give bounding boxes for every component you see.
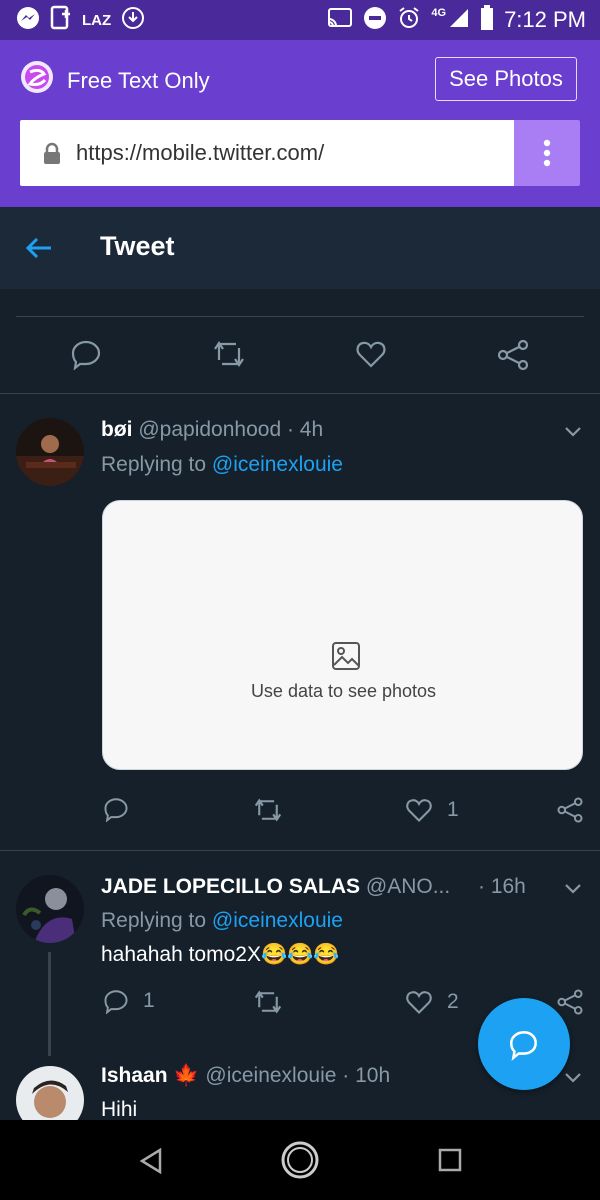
app-title: Free Text Only <box>67 68 210 93</box>
tweet-time: · 16h <box>478 875 526 898</box>
author-name[interactable]: JADE LOPECILLO SALAS <box>101 875 360 898</box>
url-field[interactable]: https://mobile.twitter.com/ <box>20 120 514 186</box>
more-vertical-icon <box>543 139 551 167</box>
replying-to-link[interactable]: @iceinexlouie <box>212 909 343 932</box>
tweet-text: hahahah tomo2X😂😂😂 <box>101 943 340 966</box>
divider <box>0 850 600 851</box>
chevron-down-icon[interactable] <box>562 420 584 447</box>
divider <box>16 316 584 317</box>
home-nav-icon[interactable] <box>280 1140 320 1185</box>
like-icon <box>406 991 432 1014</box>
see-photos-button[interactable]: See Photos <box>435 57 577 101</box>
replying-to: Replying to @iceinexlouie <box>101 453 343 477</box>
replying-prefix: Replying to <box>101 909 212 932</box>
download-icon <box>121 6 145 35</box>
tweet-time: · 4h <box>286 418 324 441</box>
share-icon[interactable] <box>556 796 584 824</box>
photo-placeholder[interactable]: Use data to see photos <box>102 500 583 770</box>
tweet-header: JADE LOPECILLO SALAS @ANO... <box>101 875 450 899</box>
retweet-icon[interactable] <box>253 988 283 1016</box>
tweet-header: Ishaan 🍁 @iceinexlouie · 10h <box>101 1064 390 1088</box>
url-text: https://mobile.twitter.com/ <box>76 140 325 165</box>
like-count: 1 <box>447 798 459 821</box>
chevron-down-icon[interactable] <box>562 1066 584 1093</box>
clock: 7:12 PM <box>504 7 586 32</box>
back-arrow-icon[interactable] <box>24 233 54 268</box>
share-icon[interactable] <box>556 988 584 1016</box>
network-type: 4G <box>431 7 447 19</box>
author-name[interactable]: Ishaan <box>101 1064 168 1087</box>
author-handle[interactable]: @iceinexlouie <box>205 1064 336 1087</box>
reply-icon[interactable] <box>70 338 102 370</box>
alarm-icon <box>397 6 421 35</box>
tweet-text: Hihi <box>101 1098 138 1121</box>
cast-icon <box>327 7 353 34</box>
share-icon[interactable] <box>496 338 530 372</box>
replying-to: Replying to @iceinexlouie <box>101 909 343 933</box>
photo-placeholder-text: Use data to see photos <box>250 681 437 701</box>
reply-count: 1 <box>143 989 155 1012</box>
like-icon[interactable] <box>355 338 387 370</box>
retweet-icon[interactable] <box>212 338 246 370</box>
like-button[interactable]: 1 <box>405 796 459 824</box>
author-handle[interactable]: @papidonhood <box>138 418 281 441</box>
main-tweet-actions <box>0 330 600 380</box>
like-icon <box>406 799 432 822</box>
author-handle[interactable]: @ANO... <box>366 875 450 898</box>
maple-leaf-icon: 🍁 <box>173 1064 200 1087</box>
system-nav-bar <box>0 1120 600 1200</box>
divider <box>0 393 600 394</box>
avatar[interactable] <box>16 875 84 943</box>
compose-reply-button[interactable] <box>478 998 570 1090</box>
reply-icon <box>509 1031 537 1061</box>
like-count: 2 <box>447 990 459 1013</box>
reply-button[interactable]: 1 <box>103 988 155 1014</box>
like-button[interactable]: 2 <box>405 988 459 1016</box>
replying-prefix: Replying to <box>101 453 212 476</box>
recents-nav-icon[interactable] <box>438 1148 462 1177</box>
retweet-icon[interactable] <box>253 796 283 824</box>
tweet-time: · 10h <box>342 1064 391 1087</box>
add-document-icon <box>50 5 72 36</box>
tweet-header: bøi @papidonhood · 4h <box>101 418 323 442</box>
browser-bar: Free Text Only See Photos https://mobile… <box>0 40 600 207</box>
app-logo-icon <box>20 60 54 94</box>
overflow-menu-button[interactable] <box>514 120 580 186</box>
replying-to-link[interactable]: @iceinexlouie <box>212 453 343 476</box>
reply-icon <box>104 990 128 1014</box>
battery-icon <box>480 4 494 36</box>
reply-icon[interactable] <box>103 796 129 822</box>
image-icon <box>331 641 361 676</box>
chevron-down-icon[interactable] <box>562 877 584 904</box>
author-name[interactable]: bøi <box>101 418 133 441</box>
status-bar: LAZ 4G 7:12 PM <box>0 0 600 40</box>
back-nav-icon[interactable] <box>136 1146 166 1181</box>
page-title: Tweet <box>100 231 175 261</box>
lock-icon <box>42 142 62 171</box>
page-header: Tweet <box>0 207 600 289</box>
dnd-icon <box>363 6 387 35</box>
carrier-text: LAZ <box>82 11 112 29</box>
avatar[interactable] <box>16 418 84 486</box>
messenger-icon <box>16 6 40 35</box>
signal-icon <box>448 7 470 34</box>
thread-connector <box>48 952 51 1056</box>
